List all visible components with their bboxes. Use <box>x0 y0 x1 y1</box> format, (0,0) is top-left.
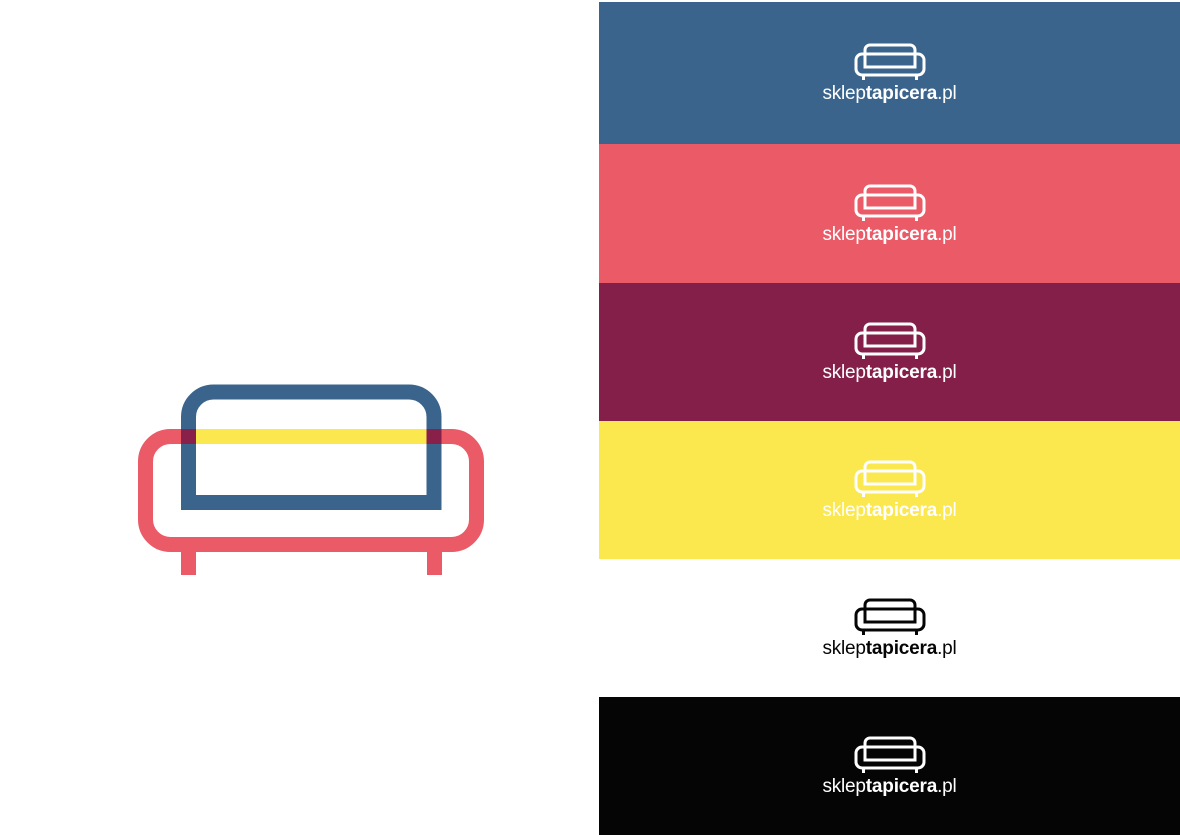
sofa-icon <box>854 460 925 497</box>
brand-wordmark: skleptapicera.pl <box>822 362 957 383</box>
brand-wordmark: skleptapicera.pl <box>822 500 957 521</box>
brand-wordmark: skleptapicera.pl <box>822 223 957 245</box>
brand-wordmark: skleptapicera.pl <box>822 638 957 659</box>
logo-panel-white: skleptapicera.pl <box>599 559 1180 697</box>
sofa-mark-large <box>138 384 484 575</box>
sofa-seat-band <box>196 429 427 444</box>
brand-wordmark: skleptapicera.pl <box>822 776 957 797</box>
overlap-right <box>426 429 442 444</box>
logo-panel-plum: skleptapicera.pl <box>599 283 1180 421</box>
sofa-cushion-outline <box>181 384 442 510</box>
logo-panel-yellow: skleptapicera.pl <box>599 421 1180 559</box>
brand-wordmark: skleptapicera.pl <box>822 83 957 104</box>
sofa-icon <box>854 43 925 80</box>
logo-panel-black: skleptapicera.pl <box>599 697 1180 835</box>
overlap-left <box>181 429 196 444</box>
logo-panel-red: skleptapicera.pl <box>599 144 1180 283</box>
sofa-icon <box>854 322 925 359</box>
logo-panel-blue: skleptapicera.pl <box>599 2 1180 144</box>
sofa-icon <box>854 184 925 221</box>
sofa-icon <box>854 598 925 635</box>
sofa-icon <box>854 736 925 773</box>
